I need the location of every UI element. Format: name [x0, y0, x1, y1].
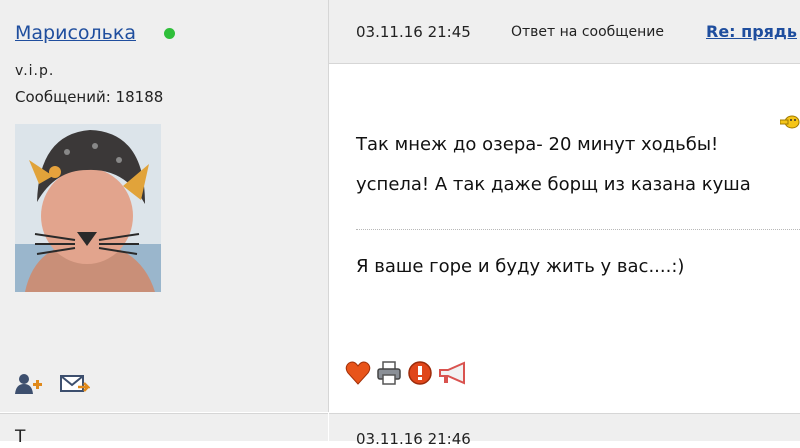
post-text-line: Так мнеж до озера- 20 минут ходьбы!: [356, 134, 719, 155]
heart-icon[interactable]: [345, 360, 371, 386]
author-rank: v.i.p.: [15, 63, 55, 79]
smiley-icon: [779, 114, 800, 130]
next-post-author[interactable]: Т: [15, 427, 25, 447]
reply-to-label: Ответ на сообщение: [511, 24, 664, 40]
next-post-date: 03.11.16 21:46: [356, 430, 471, 448]
post-separator: [356, 229, 800, 230]
reply-to-link[interactable]: Re: прядь: [706, 22, 797, 41]
megaphone-icon[interactable]: [436, 360, 465, 386]
avatar-image: [15, 124, 161, 292]
print-icon[interactable]: [376, 360, 402, 386]
avatar[interactable]: [15, 124, 161, 292]
author-username-link[interactable]: Марисолька: [15, 22, 136, 44]
send-message-icon[interactable]: [60, 372, 92, 396]
next-post-author-panel: [0, 413, 328, 441]
author-post-count: Сообщений: 18188: [15, 88, 164, 106]
post-date: 03.11.16 21:45: [356, 23, 471, 41]
add-friend-icon[interactable]: [14, 372, 44, 396]
online-status-icon: [164, 28, 175, 39]
report-icon[interactable]: [407, 360, 433, 386]
post-text-line: успела! А так даже борщ из казана куша: [356, 174, 751, 195]
post-text-line: Я ваше горе и буду жить у вас....:): [356, 256, 685, 277]
